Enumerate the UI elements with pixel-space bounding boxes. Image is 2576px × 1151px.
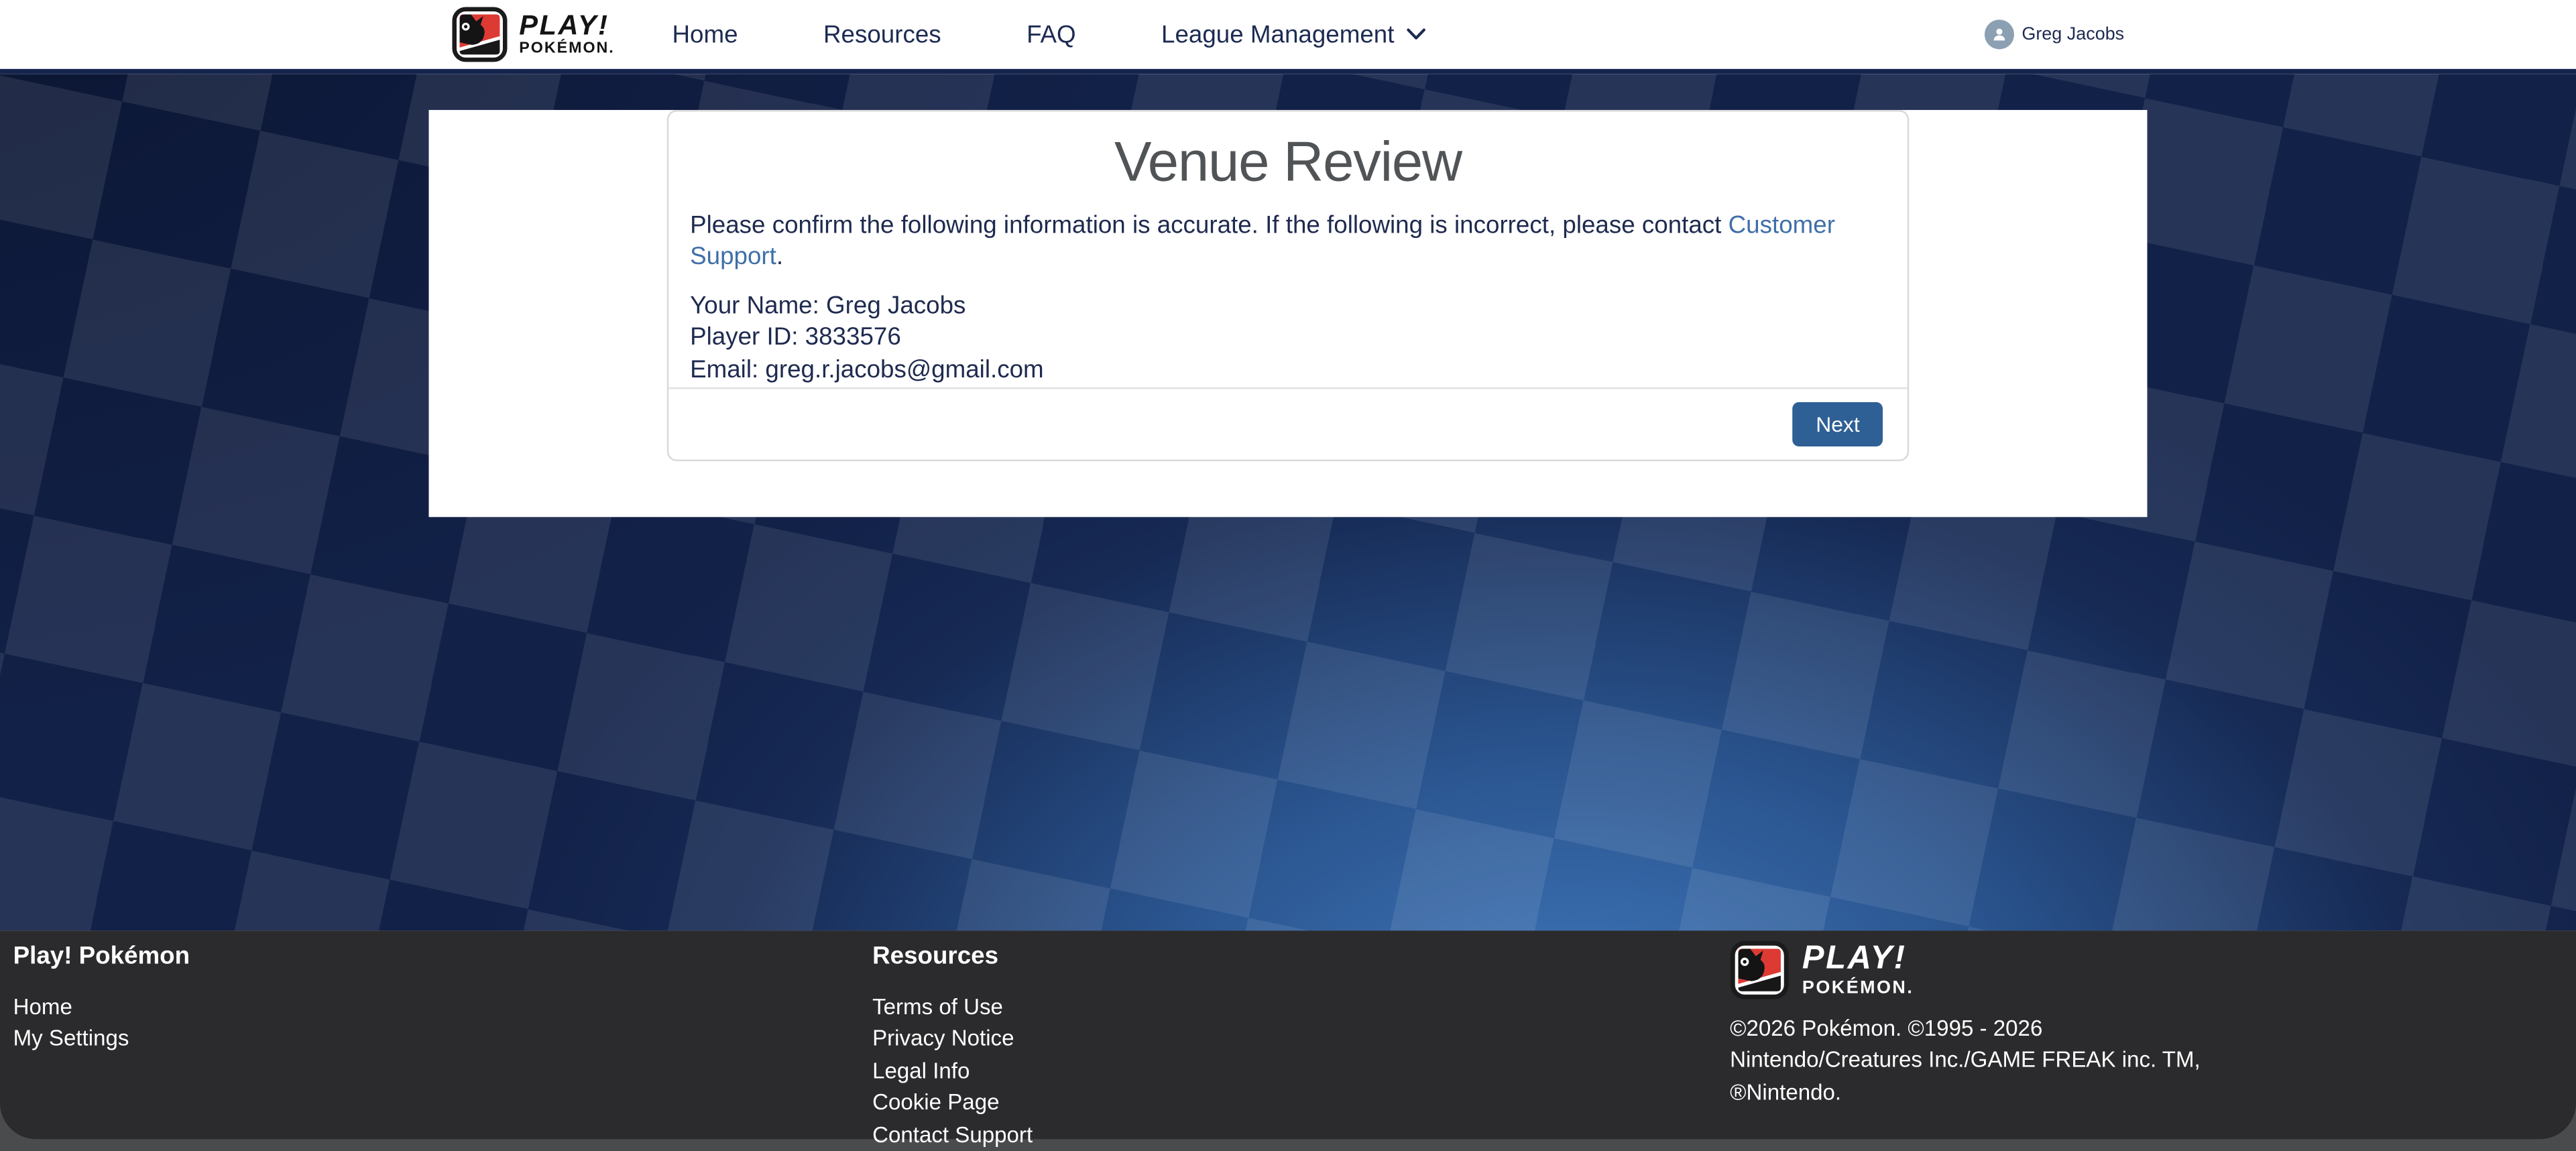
nav-logo-text-pokemon: POKÉMON. — [519, 42, 614, 57]
play-pokemon-logo-icon — [452, 7, 508, 62]
footer-column-legal: PLAY! POKÉMON. ©2026 Pokémon. ©1995 - 20… — [1730, 942, 2563, 1150]
footer-logo: PLAY! POKÉMON. — [1730, 941, 2563, 999]
footer-link-terms-of-use[interactable]: Terms of Use — [872, 991, 1003, 1024]
footer-link-legal-info[interactable]: Legal Info — [872, 1055, 970, 1087]
nav-logo-link[interactable]: PLAY! POKÉMON. — [452, 7, 615, 62]
footer-column-play-pokemon: Play! Pokémon Home My Settings — [13, 942, 872, 1150]
page-title: Venue Review — [690, 131, 1886, 196]
info-line-player-id: Player ID: 3833576 — [690, 322, 1886, 355]
user-menu[interactable]: Greg Jacobs — [1984, 19, 2124, 49]
site-footer: Play! Pokémon Home My Settings Resources… — [0, 930, 2576, 1139]
main-content-area: Venue Review Please confirm the followin… — [0, 74, 2576, 930]
info-line-name: Your Name: Greg Jacobs — [690, 290, 1886, 322]
nav-logo-text-play: PLAY! — [519, 12, 614, 40]
venue-review-card-body: Venue Review Please confirm the followin… — [668, 112, 1907, 387]
footer-strip: Play! Pokémon Home My Settings Resources… — [0, 930, 2576, 1149]
content-panel: Venue Review Please confirm the followin… — [429, 110, 2148, 517]
venue-review-card: Venue Review Please confirm the followin… — [667, 110, 1909, 461]
info-line-email: Email: greg.r.jacobs@gmail.com — [690, 355, 1886, 387]
footer-link-my-settings[interactable]: My Settings — [13, 1023, 129, 1055]
intro-text: Please confirm the following information… — [690, 212, 1886, 274]
chevron-down-icon — [1406, 28, 1425, 42]
nav-link-faq[interactable]: FAQ — [1027, 21, 1076, 49]
footer-link-contact-support[interactable]: Contact Support — [872, 1119, 1033, 1151]
footer-heading-play-pokemon: Play! Pokémon — [13, 942, 872, 970]
page: PLAY! POKÉMON. Home Resources FAQ League… — [0, 0, 2576, 1149]
copyright-text: ©2026 Pokémon. ©1995 - 2026 Nintendo/Cre… — [1730, 1013, 2209, 1109]
nav-link-resources[interactable]: Resources — [823, 21, 941, 49]
footer-link-privacy-notice[interactable]: Privacy Notice — [872, 1023, 1014, 1055]
footer-link-home[interactable]: Home — [13, 991, 72, 1024]
top-nav: PLAY! POKÉMON. Home Resources FAQ League… — [0, 0, 2576, 74]
footer-heading-resources: Resources — [872, 942, 1730, 970]
footer-column-resources: Resources Terms of Use Privacy Notice Le… — [872, 942, 1730, 1150]
footer-logo-text-pokemon: POKÉMON. — [1802, 980, 1914, 998]
nav-dropdown-league-management[interactable]: League Management — [1161, 21, 1425, 49]
footer-link-cookie-page[interactable]: Cookie Page — [872, 1087, 999, 1119]
user-name: Greg Jacobs — [2022, 25, 2124, 44]
nav-dropdown-label: League Management — [1161, 21, 1394, 49]
play-pokemon-footer-logo-icon — [1730, 941, 1789, 999]
nav-links: Home Resources FAQ League Management — [672, 21, 1425, 49]
top-nav-inner: PLAY! POKÉMON. Home Resources FAQ League… — [429, 0, 2148, 69]
venue-review-card-footer: Next — [668, 387, 1907, 459]
footer-logo-text: PLAY! POKÉMON. — [1802, 942, 1914, 997]
user-avatar-icon — [1984, 19, 2013, 49]
next-button[interactable]: Next — [1793, 402, 1883, 446]
intro-text-before-link: Please confirm the following information… — [690, 212, 1729, 240]
footer-logo-text-play: PLAY! — [1802, 942, 1914, 975]
nav-link-home[interactable]: Home — [672, 21, 738, 49]
nav-logo-text: PLAY! POKÉMON. — [519, 12, 614, 57]
intro-text-suffix: . — [776, 243, 783, 271]
